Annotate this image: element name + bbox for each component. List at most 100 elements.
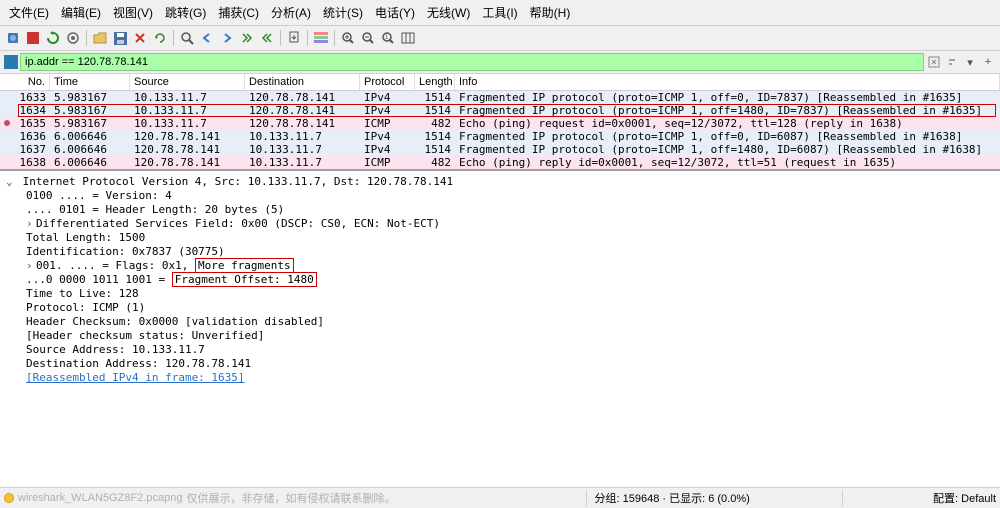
cell-dst: 10.133.11.7: [245, 156, 360, 169]
cell-info: Echo (ping) request id=0x0001, seq=12/30…: [455, 117, 1000, 130]
status-hint: 仅供展示，非存储，如有侵权请联系删除。: [186, 490, 395, 506]
tree-dsf[interactable]: ›Differentiated Services Field: 0x00 (DS…: [0, 217, 1000, 231]
zoom-reset-icon[interactable]: 1: [379, 29, 397, 47]
display-filter-bar: ▾ +: [0, 51, 1000, 74]
packet-row[interactable]: 16345.98316710.133.11.7120.78.78.141IPv4…: [0, 104, 1000, 117]
col-time[interactable]: Time: [50, 74, 130, 90]
cell-len: 482: [415, 117, 455, 130]
display-filter-input[interactable]: [20, 53, 924, 71]
menu-view[interactable]: 视图(V): [108, 2, 158, 23]
capture-options-icon[interactable]: [64, 29, 82, 47]
packet-list-header: No. Time Source Destination Protocol Len…: [0, 74, 1000, 91]
menu-goto[interactable]: 跳转(G): [160, 2, 211, 23]
packet-list-body[interactable]: 16335.98316710.133.11.7120.78.78.141IPv4…: [0, 91, 1000, 169]
go-back-icon[interactable]: [198, 29, 216, 47]
packet-row[interactable]: 16335.98316710.133.11.7120.78.78.141IPv4…: [0, 91, 1000, 104]
menu-help[interactable]: 帮助(H): [525, 2, 576, 23]
start-capture-icon[interactable]: [4, 29, 22, 47]
find-icon[interactable]: [178, 29, 196, 47]
tree-checksum-status[interactable]: [Header checksum status: Unverified]: [0, 329, 1000, 343]
menu-statistics[interactable]: 统计(S): [318, 2, 368, 23]
toolbar-separator: [280, 30, 281, 46]
expand-icon[interactable]: ›: [26, 217, 36, 231]
stop-capture-icon[interactable]: [24, 29, 42, 47]
tree-total-length[interactable]: Total Length: 1500: [0, 231, 1000, 245]
cell-proto: ICMP: [360, 117, 415, 130]
packet-details-pane[interactable]: ⌄ Internet Protocol Version 4, Src: 10.1…: [0, 170, 1000, 487]
cell-info: Fragmented IP protocol (proto=ICMP 1, of…: [455, 143, 1000, 156]
col-destination[interactable]: Destination: [245, 74, 360, 90]
cell-src: 10.133.11.7: [130, 117, 245, 130]
reload-icon[interactable]: [151, 29, 169, 47]
go-forward-icon[interactable]: [218, 29, 236, 47]
zoom-out-icon[interactable]: [359, 29, 377, 47]
tree-header-length[interactable]: .... 0101 = Header Length: 20 bytes (5): [0, 203, 1000, 217]
auto-scroll-icon[interactable]: [285, 29, 303, 47]
menu-analyze[interactable]: 分析(A): [266, 2, 316, 23]
tree-version[interactable]: 0100 .... = Version: 4: [0, 189, 1000, 203]
status-packet-count: 分组: 159648 · 已显示: 6 (0.0%): [586, 490, 842, 506]
tree-identification[interactable]: Identification: 0x7837 (30775): [0, 245, 1000, 259]
packet-row[interactable]: 16376.006646120.78.78.14110.133.11.7IPv4…: [0, 143, 1000, 156]
filter-bookmark-icon[interactable]: [4, 55, 18, 69]
tree-ipv4-header[interactable]: ⌄ Internet Protocol Version 4, Src: 10.1…: [0, 175, 1000, 189]
cell-len: 1514: [415, 143, 455, 156]
collapse-icon[interactable]: ⌄: [6, 175, 16, 189]
cell-time: 6.006646: [50, 130, 130, 143]
col-protocol[interactable]: Protocol: [360, 74, 415, 90]
tree-fragment-offset[interactable]: ...0 0000 1011 1001 = Fragment Offset: 1…: [0, 273, 1000, 287]
col-no[interactable]: No.: [0, 74, 50, 90]
tree-reassembled-link[interactable]: [Reassembled IPv4 in frame: 1635]: [0, 371, 1000, 385]
tree-src-addr[interactable]: Source Address: 10.133.11.7: [0, 343, 1000, 357]
packet-row[interactable]: 16355.98316710.133.11.7120.78.78.141ICMP…: [0, 117, 1000, 130]
filter-clear-icon[interactable]: [926, 54, 942, 70]
restart-capture-icon[interactable]: [44, 29, 62, 47]
zoom-in-icon[interactable]: [339, 29, 357, 47]
resize-columns-icon[interactable]: [399, 29, 417, 47]
colorize-icon[interactable]: [312, 29, 330, 47]
menu-telephony[interactable]: 电话(Y): [370, 2, 420, 23]
cell-src: 10.133.11.7: [130, 104, 245, 117]
menu-wireless[interactable]: 无线(W): [422, 2, 475, 23]
menu-edit[interactable]: 编辑(E): [56, 2, 106, 23]
tree-flags[interactable]: ›001. .... = Flags: 0x1, More fragments: [0, 259, 1000, 273]
tree-dst-addr[interactable]: Destination Address: 120.78.78.141: [0, 357, 1000, 371]
filter-apply-icon[interactable]: [944, 54, 960, 70]
toolbar-separator: [334, 30, 335, 46]
save-file-icon[interactable]: [111, 29, 129, 47]
close-file-icon[interactable]: [131, 29, 149, 47]
filter-dropdown-icon[interactable]: ▾: [962, 54, 978, 70]
toolbar: 1: [0, 26, 1000, 51]
cell-src: 120.78.78.141: [130, 130, 245, 143]
fragment-offset-highlight: Fragment Offset: 1480: [172, 272, 317, 287]
status-profile[interactable]: 配置: Default: [842, 490, 996, 506]
tree-protocol[interactable]: Protocol: ICMP (1): [0, 301, 1000, 315]
col-info[interactable]: Info: [455, 74, 1000, 90]
packet-row[interactable]: 16386.006646120.78.78.14110.133.11.7ICMP…: [0, 156, 1000, 169]
menu-tools[interactable]: 工具(I): [477, 2, 522, 23]
expand-icon[interactable]: ›: [26, 259, 36, 273]
tree-ttl[interactable]: Time to Live: 128: [0, 287, 1000, 301]
go-to-packet-icon[interactable]: [238, 29, 256, 47]
menu-capture[interactable]: 捕获(C): [213, 2, 264, 23]
menu-bar: 文件(E) 编辑(E) 视图(V) 跳转(G) 捕获(C) 分析(A) 统计(S…: [0, 0, 1000, 26]
packet-row[interactable]: 16366.006646120.78.78.14110.133.11.7IPv4…: [0, 130, 1000, 143]
go-first-icon[interactable]: [258, 29, 276, 47]
col-length[interactable]: Length: [415, 74, 455, 90]
col-source[interactable]: Source: [130, 74, 245, 90]
cell-dst: 120.78.78.141: [245, 104, 360, 117]
open-file-icon[interactable]: [91, 29, 109, 47]
cell-time: 6.006646: [50, 143, 130, 156]
cell-time: 5.983167: [50, 104, 130, 117]
cell-info: Echo (ping) reply id=0x0001, seq=12/3072…: [455, 156, 1000, 169]
menu-file[interactable]: 文件(E): [4, 2, 54, 23]
cell-time: 5.983167: [50, 91, 130, 104]
related-packet-icon: [4, 120, 10, 126]
cell-info: Fragmented IP protocol (proto=ICMP 1, of…: [455, 130, 1000, 143]
cell-no: 1638: [0, 156, 50, 169]
expert-info-icon[interactable]: [4, 493, 14, 503]
tree-checksum[interactable]: Header Checksum: 0x0000 [validation disa…: [0, 315, 1000, 329]
cell-dst: 10.133.11.7: [245, 130, 360, 143]
filter-add-icon[interactable]: +: [980, 54, 996, 70]
cell-proto: ICMP: [360, 156, 415, 169]
